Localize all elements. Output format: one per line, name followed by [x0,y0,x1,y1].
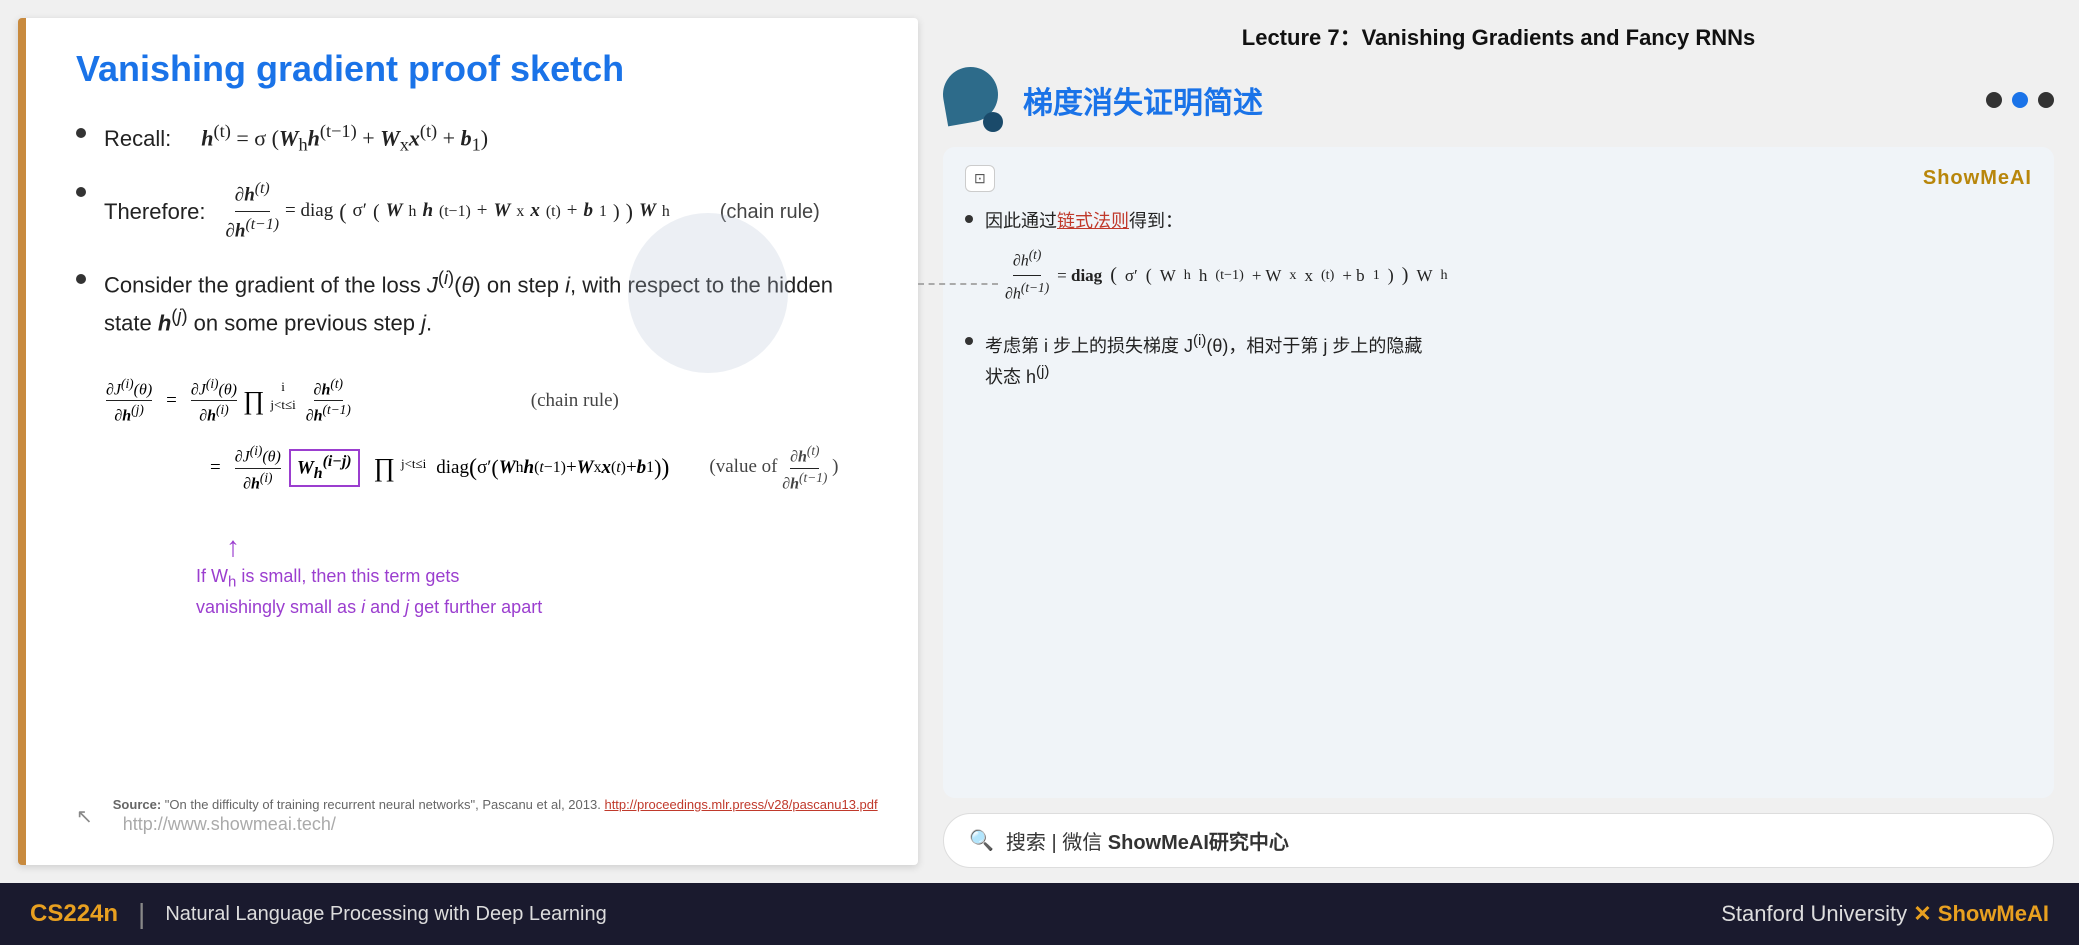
zh-bullet-dot-2 [965,337,973,345]
zh-bullet-dot-1 [965,215,973,223]
bullet-dot-3 [76,274,86,284]
search-text: 搜索 | 微信 ShowMeAI研究中心 [1006,826,1289,855]
recall-formula: h(t) = σ (Whh(t−1) + Wxx(t) + b1) [201,118,488,159]
boxed-Wh: Wh(i−j) [289,449,360,487]
lecture-header: Lecture 7：Vanishing Gradients and Fancy … [943,15,2054,67]
source-text: Source: "On the difficulty of training r… [113,797,878,812]
therefore-formula: ∂h(t) ∂h(t−1) = diag ( σ′ ( Whh(t−1) + W… [226,177,670,246]
chain-rule-link[interactable]: 链式法则 [1057,211,1129,231]
source-line: ↖ Source: "On the difficulty of training… [76,797,878,835]
nav-dot-1[interactable] [1986,92,2002,108]
zh-bullet-text-2: 考虑第 i 步上的损失梯度 J(i)(θ)，相对于第 j 步上的隐藏 状态 h(… [985,329,1422,393]
nav-dot-3[interactable] [2038,92,2054,108]
course-description: Natural Language Processing with Deep Le… [165,903,606,926]
ai-badge: ⊡ [965,165,995,192]
therefore-label: Therefore: [104,195,206,228]
right-panel: Lecture 7：Vanishing Gradients and Fancy … [918,0,2079,883]
bottom-bar: CS224n | Natural Language Processing wit… [0,883,2079,945]
zh-math-formula: ∂h(t) ∂h(t−1) = diag ( σ′ ( Whh(t−1) + W… [1005,244,1448,307]
course-code: CS224n [30,900,118,928]
university-name: Stanford University [1721,901,1907,926]
bullet-dot-1 [76,128,86,138]
search-bar[interactable]: 🔍 搜索 | 微信 ShowMeAI研究中心 [943,813,2054,868]
slide-icon-dot [983,112,1003,132]
cursor-icon: ↖ [76,804,93,829]
big-formula-area: ∂J(i)(θ) ∂h(j) = ∂J(i)(θ) ∂h(i) ∏ i j<t≤… [76,366,878,521]
value-label: (value of ∂h(t) ∂h(t−1) ) [709,443,838,493]
slide-title-section: 梯度消失证明简述 [943,67,2054,132]
bullet-recall: Recall: h(t) = σ (Whh(t−1) + Wxx(t) + b1… [76,118,878,159]
slide-title-zh: 梯度消失证明简述 [1023,78,1263,122]
zh-bullet-text-1: 因此通过链式法则得到： ∂h(t) ∂h(t−1) = diag ( σ′ ( … [985,207,1448,315]
nav-dots [1986,92,2054,108]
formula-line-1: ∂J(i)(θ) ∂h(j) = ∂J(i)(θ) ∂h(i) ∏ i j<t≤… [106,376,878,426]
card-header: ⊡ ShowMeAI [965,165,2032,192]
formula-line-2: = ∂J(i)(θ) ∂h(i) Wh(i−j) ∏ j<t≤i diag ( [106,443,878,493]
zh-bullet-1: 因此通过链式法则得到： ∂h(t) ∂h(t−1) = diag ( σ′ ( … [965,207,2032,315]
showmeai-card: ⊡ ShowMeAI 因此通过链式法则得到： ∂h(t) ∂h(t−1) = d… [943,147,2054,798]
showmeai-name: ShowMeAI [1938,901,2049,926]
showmeai-brand: ShowMeAI [1923,167,2032,190]
chain-rule-label-2: (chain rule) [531,390,619,412]
slide-title: Vanishing gradient proof sketch [76,48,878,90]
slide-panel: Vanishing gradient proof sketch Recall: … [18,18,918,865]
decorative-circle [628,213,788,373]
dashed-connector [918,283,998,285]
bottom-right: Stanford University ✕ ShowMeAI [1721,901,2049,927]
bullet-dot-2 [76,187,86,197]
search-icon: 🔍 [969,828,994,853]
purple-annotation: ↑ If Wh is small, then this term gets va… [196,531,878,621]
bar-divider: | [138,898,145,930]
source-link[interactable]: http://proceedings.mlr.press/v28/pascanu… [604,797,877,812]
zh-bullet-2: 考虑第 i 步上的损失梯度 J(i)(θ)，相对于第 j 步上的隐藏 状态 h(… [965,329,2032,393]
nav-dot-2[interactable] [2012,92,2028,108]
recall-label: Recall: [104,122,171,155]
x-symbol: ✕ [1913,901,1938,926]
website-url: http://www.showmeai.tech/ [123,814,878,835]
purple-arrow-icon: ↑ [226,531,878,563]
purple-text: If Wh is small, then this term gets vani… [196,563,878,621]
